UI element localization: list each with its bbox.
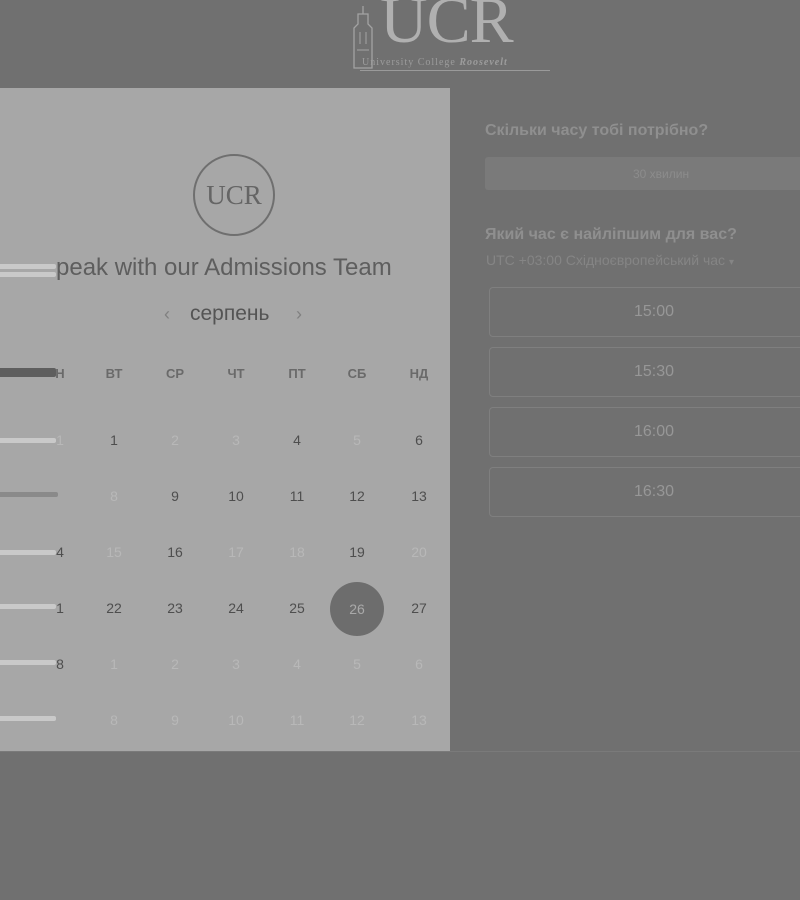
weekday-label: ПТ bbox=[288, 366, 306, 381]
overlay-bar bbox=[0, 492, 58, 497]
calendar-day: 2 bbox=[171, 432, 179, 448]
month-label: серпень bbox=[190, 302, 270, 325]
calendar-day: 13 bbox=[411, 712, 427, 728]
duration-label: 30 хвилин bbox=[633, 167, 690, 181]
weekday-label: ВТ bbox=[105, 366, 123, 381]
logo-underline bbox=[360, 70, 550, 71]
selected-day[interactable]: 26 bbox=[330, 582, 384, 636]
calendar-day[interactable]: 4 bbox=[40, 544, 80, 560]
calendar-day[interactable]: 8 bbox=[40, 656, 80, 672]
calendar-day[interactable]: 13 bbox=[399, 488, 439, 504]
calendar-day: 17 bbox=[228, 544, 244, 560]
time-slot-button[interactable]: 15:00 bbox=[489, 287, 800, 337]
calendar-day: 11 bbox=[289, 712, 305, 728]
chevron-right-icon[interactable]: › bbox=[296, 304, 302, 325]
calendar-day[interactable]: 10 bbox=[216, 488, 256, 504]
calendar-day[interactable]: 22 bbox=[94, 600, 134, 616]
weekday-label: СР bbox=[165, 366, 185, 381]
calendar-day: 3 bbox=[232, 656, 240, 672]
time-slot-button[interactable]: 15:30 bbox=[489, 347, 800, 397]
duration-question: Скільки часу тобі потрібно? bbox=[485, 122, 709, 139]
calendar-day: 9 bbox=[171, 712, 179, 728]
header-logo: UCR University College Roosevelt bbox=[346, 0, 556, 76]
timezone-label: UTC +03:00 Східноєвропейський час bbox=[486, 252, 726, 268]
calendar-day[interactable]: 6 bbox=[399, 432, 439, 448]
calendar-day[interactable]: 12 bbox=[337, 488, 377, 504]
duration-button[interactable]: 30 хвилин bbox=[485, 157, 800, 190]
calendar-day[interactable]: 9 bbox=[155, 488, 195, 504]
calendar-day: 10 bbox=[228, 712, 244, 728]
time-question: Який час є найліпшим для вас? bbox=[485, 226, 737, 243]
time-slot-button[interactable]: 16:30 bbox=[489, 467, 800, 517]
caret-down-icon: ▾ bbox=[729, 257, 735, 268]
calendar-day: 18 bbox=[289, 544, 305, 560]
calendar-day[interactable]: 24 bbox=[216, 600, 256, 616]
overlay-bar bbox=[0, 264, 56, 269]
calendar-day: 8 bbox=[110, 488, 118, 504]
calendar-day[interactable]: 4 bbox=[277, 432, 317, 448]
calendar-day[interactable]: 27 bbox=[399, 600, 439, 616]
calendar-day: 3 bbox=[232, 432, 240, 448]
weekday-label: НД bbox=[409, 366, 429, 381]
calendar-day: 8 bbox=[110, 712, 118, 728]
calendar-day[interactable]: 11 bbox=[277, 488, 317, 504]
calendar-day: 12 bbox=[349, 712, 365, 728]
calendar-day: 6 bbox=[415, 656, 423, 672]
page-divider bbox=[0, 751, 800, 752]
weekday-label: ЧТ bbox=[227, 366, 245, 381]
logo-subtitle: University College Roosevelt bbox=[362, 57, 508, 68]
calendar-day[interactable]: 25 bbox=[277, 600, 317, 616]
calendar-title: peak with our Admissions Team bbox=[56, 254, 392, 281]
calendar-day: 20 bbox=[411, 544, 427, 560]
calendar-day: 15 bbox=[106, 544, 122, 560]
month-navigation: ‹ серпень › bbox=[160, 302, 320, 332]
calendar-day: 4 bbox=[293, 656, 301, 672]
calendar-day[interactable]: 23 bbox=[155, 600, 195, 616]
calendar-panel: UCR peak with our Admissions Team ‹ серп… bbox=[0, 88, 450, 751]
calendar-day: 1 bbox=[110, 656, 118, 672]
weekday-label: Н bbox=[55, 366, 65, 381]
calendar-logo: UCR bbox=[193, 154, 275, 236]
calendar-day[interactable]: 19 bbox=[337, 544, 377, 560]
calendar-day: 5 bbox=[353, 656, 361, 672]
calendar-day: 1 bbox=[56, 432, 64, 448]
logo-mark: UCR bbox=[380, 0, 514, 57]
calendar-day[interactable]: 1 bbox=[40, 600, 80, 616]
weekday-label: СБ bbox=[347, 366, 367, 381]
calendar-day[interactable]: 16 bbox=[155, 544, 195, 560]
chevron-left-icon[interactable]: ‹ bbox=[164, 304, 170, 325]
time-slot-button[interactable]: 16:00 bbox=[489, 407, 800, 457]
overlay-bar bbox=[0, 272, 56, 277]
timezone-select[interactable]: UTC +03:00 Східноєвропейський час ▾ bbox=[486, 252, 734, 268]
calendar-day[interactable]: 1 bbox=[94, 432, 134, 448]
overlay-bar bbox=[0, 716, 56, 721]
calendar-day: 2 bbox=[171, 656, 179, 672]
calendar-day: 5 bbox=[353, 432, 361, 448]
